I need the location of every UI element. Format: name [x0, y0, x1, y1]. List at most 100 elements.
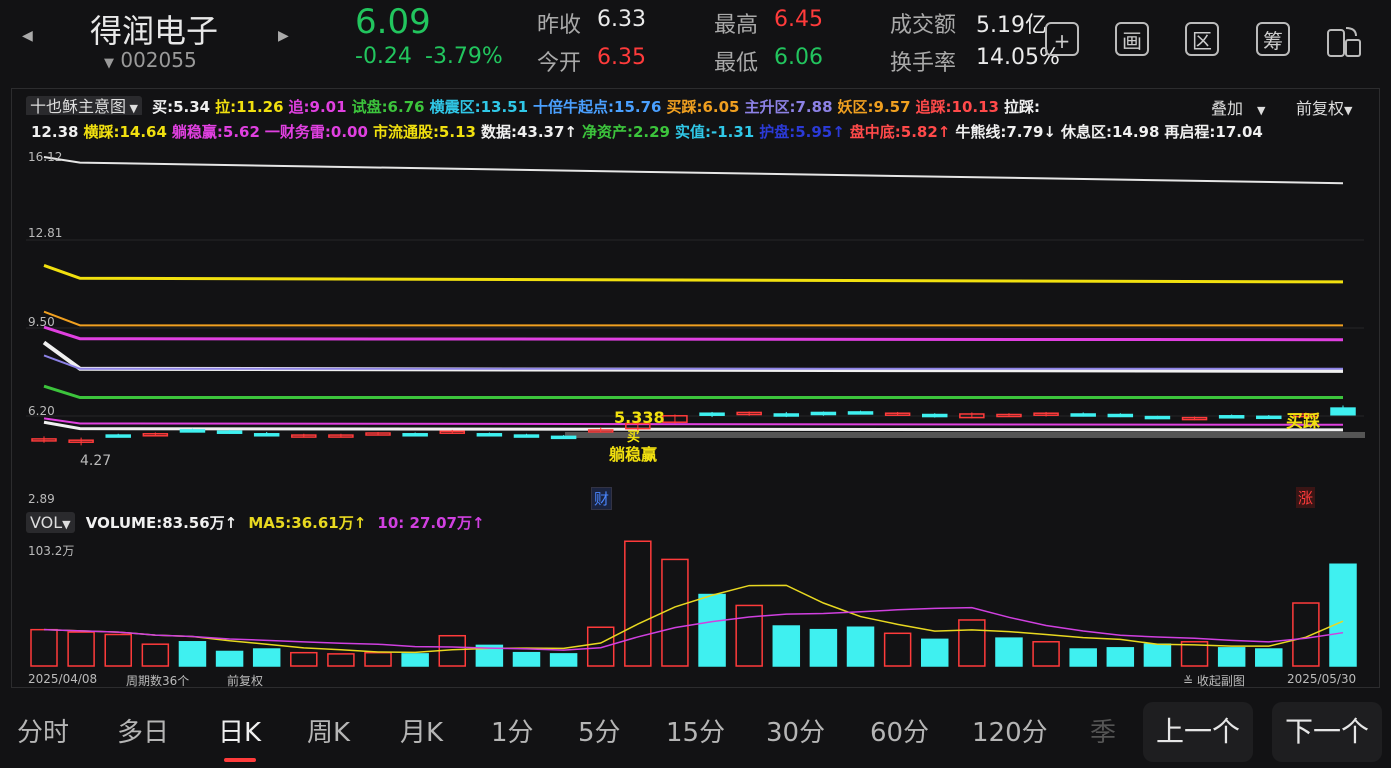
candle-body: [1144, 415, 1171, 420]
candle-body: [1330, 407, 1356, 416]
tab-period[interactable]: 周K: [307, 712, 350, 749]
volume-bar: [364, 651, 392, 667]
indicator-value: 追:9.01: [288, 98, 347, 115]
volume-bar: [252, 648, 281, 667]
range-stats-button[interactable]: 区: [1185, 22, 1219, 56]
turnover-label: 成交额: [890, 13, 957, 38]
overlay-label: 叠加: [1211, 99, 1244, 118]
prev-stock-button[interactable]: 上一个: [1143, 702, 1253, 762]
tab-period[interactable]: 日K: [218, 712, 261, 749]
price-axis-label: 12.81: [28, 226, 63, 240]
indicator-value: 净资产:2.29: [581, 123, 670, 141]
price-chart[interactable]: [0, 145, 1391, 510]
tab-period[interactable]: 月K: [400, 712, 443, 749]
indicator-line: [42, 340, 1344, 373]
chip-icon: 筹: [1263, 29, 1283, 53]
indicator-value: 买:5.34: [152, 98, 211, 115]
limit-up-tag[interactable]: 涨: [1296, 487, 1316, 508]
indicator-line: [43, 264, 1344, 284]
landscape-button[interactable]: [1324, 20, 1364, 60]
chip-distribution-button[interactable]: 筹: [1256, 22, 1290, 56]
candle-body: [105, 434, 131, 438]
next-stock-arrow-icon[interactable]: ▶: [278, 28, 289, 44]
support-band: [565, 431, 1365, 438]
volume-selector[interactable]: VOL▼: [26, 512, 75, 533]
stock-code-dropdown[interactable]: ▼ 002055: [104, 48, 197, 72]
volume-value: VOLUME:83.56万↑: [85, 514, 238, 532]
indicator-value: 12.38: [31, 123, 79, 141]
volume-bar: [846, 626, 875, 667]
volume-bar: [1032, 641, 1060, 667]
tab-period[interactable]: 多日: [117, 712, 169, 749]
current-price: 6.09: [355, 2, 431, 42]
turnover-rate-label: 换手率: [890, 51, 957, 76]
adjust-label: 前复权: [1296, 99, 1345, 118]
price-axis-label: 6.20: [28, 404, 55, 418]
active-tab-indicator: [224, 758, 256, 762]
buy-price-annotation: 5.338: [614, 408, 665, 427]
indicator-line: [43, 417, 1344, 426]
chevron-down-icon: ▼: [126, 102, 138, 115]
finance-event-tag[interactable]: 财: [591, 487, 613, 510]
candle-body: [773, 413, 800, 417]
low-value: 6.06: [774, 45, 823, 70]
stock-code: 002055: [120, 48, 197, 72]
indicator-selector-label: 十也稣主意图: [30, 97, 127, 115]
volume-bar: [141, 643, 170, 667]
volume-bar: [1329, 563, 1357, 667]
start-date: 2025/04/08: [28, 672, 98, 686]
volume-bar: [920, 638, 949, 667]
prev-close-label: 昨收: [537, 13, 582, 38]
tab-period[interactable]: 5分: [578, 712, 621, 749]
volume-bar: [661, 558, 689, 667]
stock-name: 得润电子: [90, 12, 219, 50]
indicator-value: 牛熊线:7.79↓: [955, 123, 1056, 141]
tab-period[interactable]: 季: [1090, 712, 1116, 749]
indicator-line: [43, 354, 1343, 370]
draw-icon: 画: [1122, 29, 1142, 53]
tab-period[interactable]: 60分: [870, 712, 929, 749]
indicator-value: 主升区:7.88: [744, 98, 833, 115]
tab-period[interactable]: 30分: [766, 712, 825, 749]
indicator-value: 盘中底:5.82↑: [849, 123, 951, 141]
period-count: 周期数36个: [126, 674, 190, 688]
adjust-dropdown[interactable]: 前复权▼: [1296, 95, 1352, 119]
tab-period[interactable]: 120分: [972, 712, 1048, 749]
next-stock-button[interactable]: 下一个: [1272, 702, 1382, 762]
indicator-value: 拉踩:: [1003, 98, 1040, 115]
indicator-line: [43, 310, 1343, 327]
volume-bar: [327, 653, 355, 667]
volume-bar: [995, 637, 1023, 667]
volume-bar: [30, 628, 58, 667]
indicator-value: 护盘:5.95↑: [759, 123, 845, 141]
volume-legend: VOL▼ VOLUME:83.56万↑ MA5:36.61万↑ 10: 27.0…: [26, 512, 485, 534]
indicator-line: [43, 156, 1344, 185]
indicator-selector[interactable]: 十也稣主意图 ▼: [26, 96, 142, 115]
indicator-value: 追踩:10.13: [915, 98, 999, 115]
plus-icon: +: [1053, 29, 1071, 53]
draw-tool-button[interactable]: 画: [1115, 22, 1149, 56]
volume-chart[interactable]: [0, 535, 1391, 670]
tab-period[interactable]: 15分: [666, 712, 725, 749]
chevron-down-icon: ▼: [1344, 104, 1353, 117]
steady-win-annotation: 躺稳赢: [609, 445, 658, 464]
rotate-screen-icon: [1327, 27, 1361, 57]
low-label: 最低: [714, 51, 759, 76]
overlay-dropdown[interactable]: 叠加 ▼: [1205, 95, 1266, 119]
indicator-value: 数据:43.37↑: [480, 123, 577, 141]
chevron-down-icon: ▼: [1257, 104, 1266, 117]
indicator-value: 实值:-1.31: [674, 123, 755, 141]
indicator-value: 试盘:6.76: [351, 98, 425, 115]
candle-body: [810, 411, 837, 416]
collapse-subchart-button[interactable]: ≚ 收起副图: [1183, 672, 1245, 689]
volume-bar: [958, 619, 986, 667]
open-value: 6.35: [597, 45, 646, 70]
indicator-legend-row1: 十也稣主意图 ▼ 买:5.34 拉:11.26 追:9.01 试盘:6.76 横震区:1…: [26, 93, 1376, 115]
volume-bar: [809, 628, 838, 667]
add-watchlist-button[interactable]: +: [1045, 22, 1079, 56]
tab-period[interactable]: 分时: [17, 712, 69, 749]
tab-period[interactable]: 1分: [491, 712, 534, 749]
price-change-pct: -3.79%: [425, 44, 503, 69]
prev-stock-arrow-icon[interactable]: ◀: [22, 28, 33, 44]
candle-body: [253, 433, 280, 437]
